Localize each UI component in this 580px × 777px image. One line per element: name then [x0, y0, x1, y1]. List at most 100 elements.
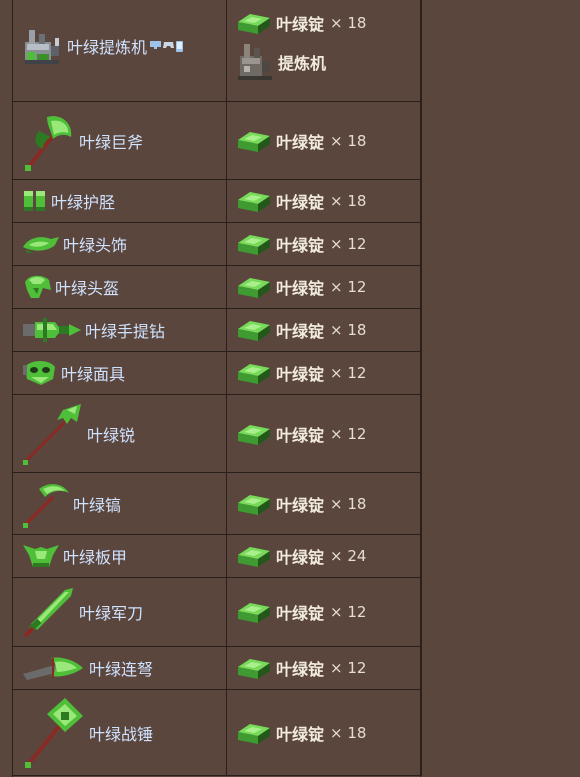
item-name[interactable]: 叶绿板甲 [63, 544, 127, 568]
result-cell: 叶绿锐 [12, 394, 227, 473]
chlorophyte-bar-icon [236, 720, 272, 746]
chlorophyte-extractinator-icon [21, 24, 65, 68]
ingredient-cell: 叶绿锭 × 12 [226, 394, 422, 473]
ingredient-name[interactable]: 叶绿锭 [276, 721, 324, 745]
ingredient-name[interactable]: 叶绿锭 [276, 189, 324, 213]
ingredient-cell: 叶绿锭 × 18 [226, 179, 422, 223]
item-name[interactable]: 叶绿手提钻 [85, 318, 165, 342]
chlorophyte-bar-icon [236, 360, 272, 386]
chlorophyte-bar-icon [236, 188, 272, 214]
right-margin-column [420, 0, 580, 777]
item-name[interactable]: 叶绿面具 [61, 361, 125, 385]
item-name[interactable]: 叶绿巨斧 [79, 129, 143, 153]
ingredient-name[interactable]: 叶绿锭 [276, 129, 324, 153]
item-name[interactable]: 叶绿护胫 [51, 189, 115, 213]
table-row: 叶绿战锤 叶绿锭 × 18 [12, 689, 422, 776]
chlorophyte-bar-icon [236, 128, 272, 154]
item-name[interactable]: 叶绿军刀 [79, 600, 143, 624]
table-row: 叶绿面具 叶绿锭 × 12 [12, 351, 422, 395]
ingredient-cell: 叶绿锭 × 18 [226, 472, 422, 535]
result-cell: 叶绿护胫 [12, 179, 227, 223]
crafting-station-name[interactable]: 提炼机 [278, 50, 326, 74]
ingredient-cell: 叶绿锭 × 12 [226, 351, 422, 395]
ingredient-cell: 叶绿锭 × 24 [226, 534, 422, 578]
chlorophyte-pickaxe-icon [21, 479, 71, 529]
chlorophyte-bar-icon [236, 10, 272, 36]
platform-icons [150, 40, 184, 52]
result-cell: 叶绿连弩 [12, 646, 227, 690]
ingredient-name[interactable]: 叶绿锭 [276, 275, 324, 299]
ingredient-name[interactable]: 叶绿锭 [276, 361, 324, 385]
chlorophyte-plate-mail-icon [21, 543, 61, 569]
item-name[interactable]: 叶绿头盔 [55, 275, 119, 299]
item-name[interactable]: 叶绿头饰 [63, 232, 127, 256]
chlorophyte-bar-icon [236, 491, 272, 517]
ingredient-quantity: × 18 [330, 131, 367, 150]
table-row: 叶绿板甲 叶绿锭 × 24 [12, 534, 422, 578]
ingredient-name[interactable]: 叶绿锭 [276, 656, 324, 680]
item-name[interactable]: 叶绿锐 [87, 422, 135, 446]
ingredient-name[interactable]: 叶绿锭 [276, 544, 324, 568]
recipe-page: 叶绿提炼机 叶绿锭 × 18 提炼机 叶绿巨斧 叶绿锭 × 18 叶绿护胫 叶绿… [0, 0, 580, 777]
table-row: 叶绿镐 叶绿锭 × 18 [12, 472, 422, 535]
ingredient-cell: 叶绿锭 × 18 [226, 308, 422, 352]
table-row: 叶绿锐 叶绿锭 × 12 [12, 394, 422, 473]
item-name[interactable]: 叶绿战锤 [89, 721, 153, 745]
chlorophyte-bar-icon [236, 543, 272, 569]
ingredient-name[interactable]: 叶绿锭 [276, 492, 324, 516]
recipe-table-body: 叶绿提炼机 叶绿锭 × 18 提炼机 叶绿巨斧 叶绿锭 × 18 叶绿护胫 叶绿… [12, 0, 422, 776]
chlorophyte-bar-icon [236, 274, 272, 300]
mobile-icon [176, 40, 184, 52]
pc-icon [150, 40, 162, 49]
chlorophyte-helmet-icon [21, 272, 53, 302]
item-name[interactable]: 叶绿提炼机 [67, 34, 147, 58]
chlorophyte-bar-icon [236, 655, 272, 681]
chlorophyte-warhammer-icon [21, 696, 87, 770]
chlorophyte-greaves-icon [21, 189, 49, 213]
table-row: 叶绿头饰 叶绿锭 × 12 [12, 222, 422, 266]
ingredient-cell: 叶绿锭 × 12 [226, 222, 422, 266]
ingredient-cell: 叶绿锭 × 12 [226, 577, 422, 647]
result-cell: 叶绿军刀 [12, 577, 227, 647]
ingredient-quantity: × 12 [330, 235, 367, 253]
chlorophyte-mask-icon [21, 359, 59, 387]
ingredient-name[interactable]: 叶绿锭 [276, 422, 324, 446]
ingredient-quantity: × 12 [330, 603, 367, 621]
item-name[interactable]: 叶绿连弩 [89, 656, 153, 680]
ingredient-name[interactable]: 叶绿锭 [276, 11, 324, 35]
ingredient-quantity: × 18 [330, 14, 367, 32]
ingredient-quantity: × 18 [330, 321, 367, 339]
gamepad-icon [163, 41, 175, 48]
recipe-table: 叶绿提炼机 叶绿锭 × 18 提炼机 叶绿巨斧 叶绿锭 × 18 叶绿护胫 叶绿… [12, 0, 422, 776]
table-row: 叶绿军刀 叶绿锭 × 12 [12, 577, 422, 647]
ingredient-name[interactable]: 叶绿锭 [276, 318, 324, 342]
result-cell: 叶绿手提钻 [12, 308, 227, 352]
chlorophyte-partisan-icon [21, 402, 85, 466]
ingredient-quantity: × 24 [330, 547, 367, 565]
chlorophyte-bar-icon [236, 599, 272, 625]
chlorophyte-greataxe-icon [21, 109, 77, 173]
result-cell: 叶绿镐 [12, 472, 227, 535]
item-name[interactable]: 叶绿镐 [73, 492, 121, 516]
ingredient-quantity: × 18 [330, 723, 367, 742]
ingredient-quantity: × 12 [330, 364, 367, 382]
ingredient-name[interactable]: 叶绿锭 [276, 600, 324, 624]
chlorophyte-jackhammer-icon [21, 318, 83, 342]
chlorophyte-headgear-icon [21, 233, 61, 255]
ingredient-name[interactable]: 叶绿锭 [276, 232, 324, 256]
ingredient-quantity: × 12 [330, 278, 367, 296]
chlorophyte-bar-icon [236, 231, 272, 257]
result-cell: 叶绿板甲 [12, 534, 227, 578]
ingredient-cell: 叶绿锭 × 12 [226, 265, 422, 309]
ingredient-cell: 叶绿锭 × 18 [226, 101, 422, 180]
ingredient-cell: 叶绿锭 × 18 [226, 0, 422, 102]
chlorophyte-saber-icon [21, 584, 77, 640]
chlorophyte-bar-icon [236, 421, 272, 447]
ingredient-cell: 叶绿锭 × 18 [226, 689, 422, 776]
ingredient-quantity: × 12 [330, 424, 367, 443]
table-row: 叶绿护胫 叶绿锭 × 18 [12, 179, 422, 223]
table-row: 叶绿手提钻 叶绿锭 × 18 [12, 308, 422, 352]
table-row: 叶绿提炼机 叶绿锭 × 18 提炼机 [12, 0, 422, 102]
result-cell: 叶绿面具 [12, 351, 227, 395]
extractinator-station-icon [236, 42, 274, 82]
